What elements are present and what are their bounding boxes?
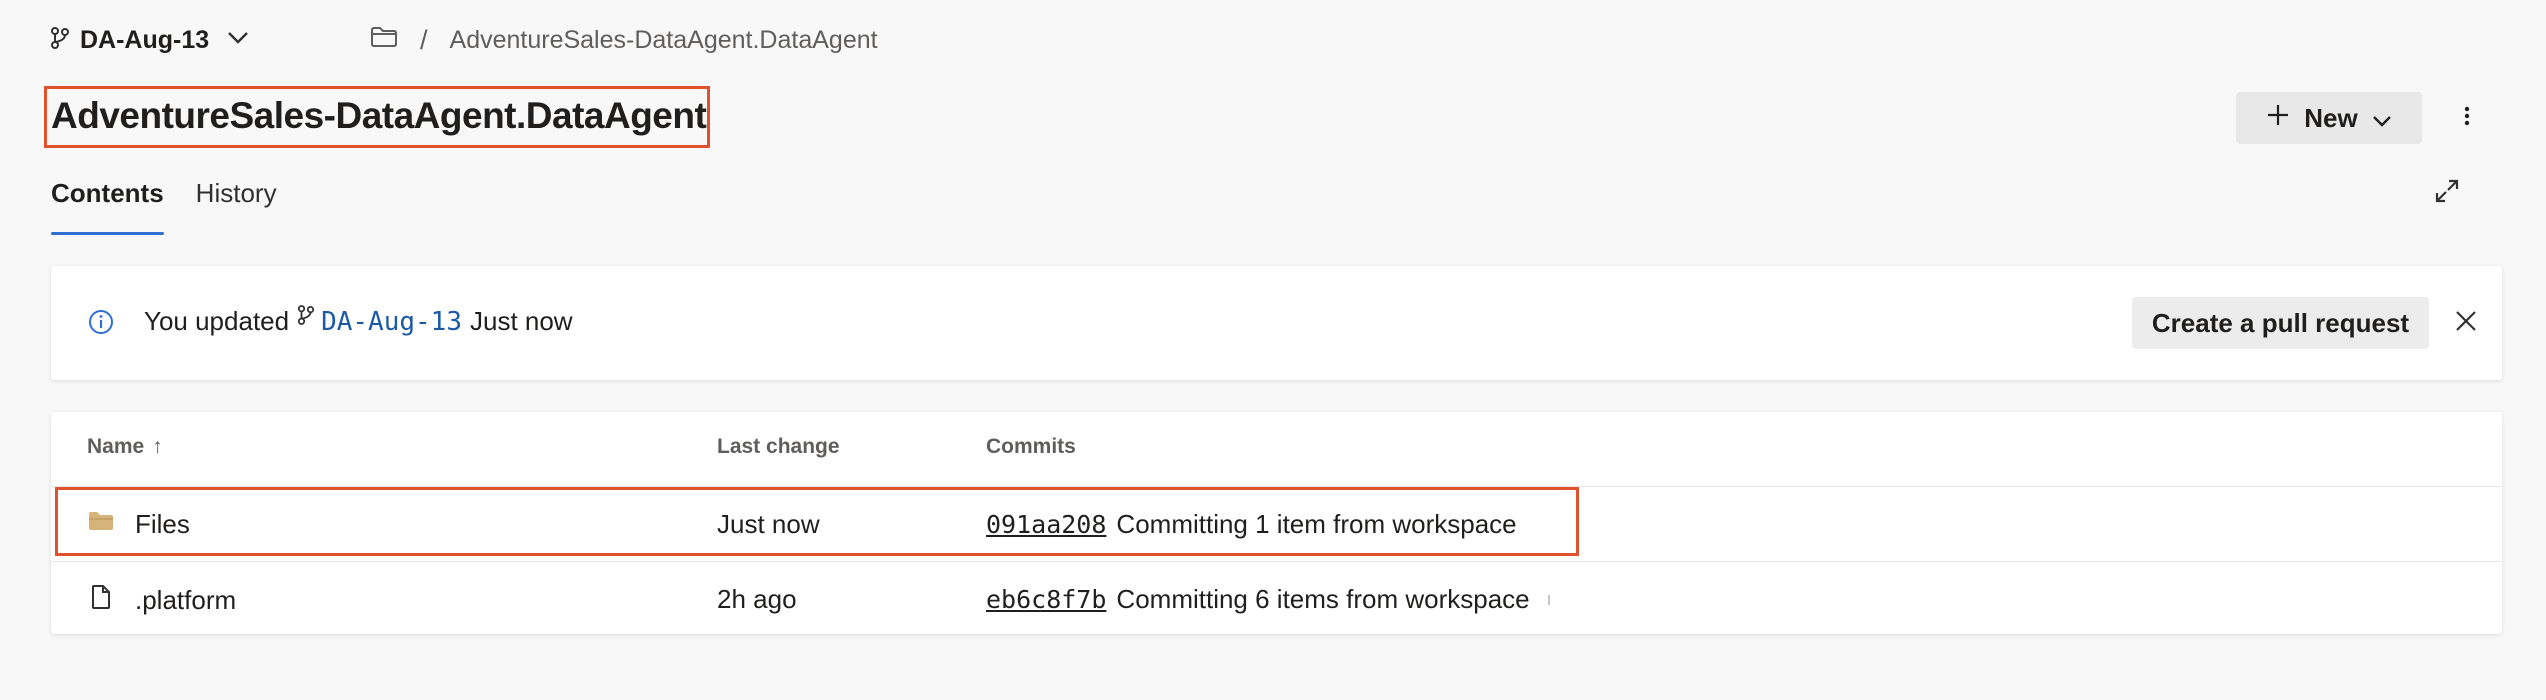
- info-icon: [87, 308, 115, 341]
- banner-time: Just now: [469, 306, 573, 336]
- more-options-button[interactable]: [2452, 98, 2482, 138]
- banner-prefix: You updated: [144, 306, 290, 336]
- commit-hash-link[interactable]: eb6c8f7b: [986, 585, 1106, 614]
- tab-contents[interactable]: Contents: [51, 178, 164, 235]
- tab-history[interactable]: History: [196, 178, 277, 223]
- new-button[interactable]: New: [2236, 92, 2422, 144]
- close-icon: [2455, 310, 2477, 337]
- truncation-marker: [1547, 594, 1550, 605]
- branch-picker[interactable]: DA-Aug-13: [50, 26, 249, 55]
- row-last-change: 2h ago: [717, 584, 797, 614]
- column-header-last-change: Last change: [717, 435, 840, 458]
- banner-branch[interactable]: DA‐Aug‐13: [321, 307, 462, 337]
- file-icon: [87, 584, 115, 617]
- folder-icon[interactable]: [370, 25, 398, 56]
- create-pull-request-button[interactable]: Create a pull request: [2132, 297, 2429, 349]
- breadcrumb: / AdventureSales-DataAgent.DataAgent: [370, 20, 878, 60]
- branch-icon: [50, 26, 70, 55]
- row-highlight-box: [55, 487, 1579, 556]
- banner-message: You updated DA‐Aug‐13 Just now: [144, 305, 573, 337]
- row-name[interactable]: .platform: [135, 585, 236, 616]
- expand-button[interactable]: [2430, 176, 2464, 210]
- new-button-label: New: [2304, 102, 2358, 133]
- column-header-name[interactable]: Name ↑: [87, 435, 163, 459]
- update-banner: You updated DA‐Aug‐13 Just now Create a …: [51, 266, 2502, 380]
- column-name-label: Name: [87, 435, 145, 458]
- chevron-down-icon: [2372, 103, 2392, 134]
- table-row[interactable]: .platform 2h ago eb6c8f7b Committing 6 i…: [51, 562, 2502, 636]
- row-name-cell: .platform: [87, 584, 236, 617]
- row-commit-cell: eb6c8f7b Committing 6 items from workspa…: [986, 584, 1550, 615]
- breadcrumb-item[interactable]: AdventureSales-DataAgent.DataAgent: [450, 26, 878, 55]
- tab-bar: Contents History: [51, 178, 277, 235]
- commit-message: Committing 6 items from workspace: [1116, 584, 1530, 614]
- page-title: AdventureSales-DataAgent.DataAgent: [51, 95, 707, 136]
- plus-icon: [2266, 103, 2290, 134]
- branch-picker-bar: DA-Aug-13: [50, 20, 249, 60]
- more-vertical-icon: [2464, 106, 2470, 131]
- table-header: Name ↑ Last change Commits: [51, 412, 2502, 487]
- expand-icon: [2434, 178, 2460, 209]
- column-header-commits: Commits: [986, 435, 1076, 458]
- sort-ascending-icon: ↑: [152, 435, 163, 458]
- breadcrumb-separator: /: [420, 24, 428, 55]
- close-banner-button[interactable]: [2451, 308, 2481, 338]
- branch-name: DA-Aug-13: [80, 25, 210, 54]
- branch-icon: [297, 302, 315, 333]
- chevron-down-icon: [227, 31, 249, 50]
